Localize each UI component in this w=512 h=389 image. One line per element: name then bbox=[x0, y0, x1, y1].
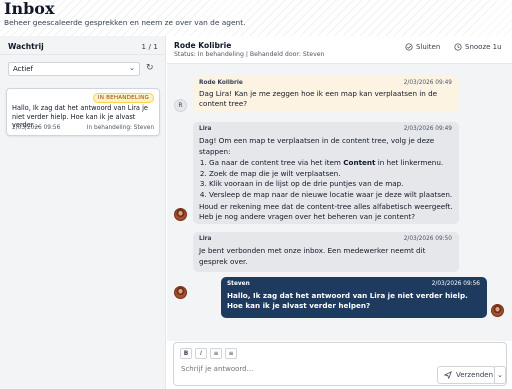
close-button-label: Sluiten bbox=[416, 43, 441, 51]
send-options-chevron-icon[interactable]: ⌄ bbox=[494, 366, 506, 384]
message-text: Je bent verbonden met onze inbox. Een me… bbox=[199, 246, 426, 266]
message-time: 2/03/2026 09:49 bbox=[403, 80, 452, 86]
message-text: Dag Lira! Kan je me zeggen hoe ik een ma… bbox=[199, 89, 438, 108]
numbered-list-icon[interactable]: ≡ bbox=[225, 348, 237, 359]
message-time: 2/03/2026 09:50 bbox=[403, 236, 452, 242]
message-bubble-user: Rode Kolibrie 2/03/2026 09:49 Dag Lira! … bbox=[193, 76, 459, 112]
steps-list: Ga naar de content tree via het item Con… bbox=[199, 158, 453, 200]
page-title: Inbox bbox=[4, 0, 55, 18]
message-list: R Rode Kolibrie 2/03/2026 09:49 Dag Lira… bbox=[167, 64, 512, 341]
conversation-status: Status: In behandeling | Behandeld door:… bbox=[174, 51, 325, 58]
snooze-button[interactable]: Snooze 1u bbox=[454, 43, 502, 51]
message-text: Dag! Om een map te verplaatsen in de con… bbox=[199, 136, 453, 223]
step-text: Zoek de map die je wilt verplaatsen. bbox=[209, 168, 341, 178]
snooze-button-label: Snooze 1u bbox=[465, 43, 502, 51]
message-bubble-staff: Steven 2/03/2026 09:56 Hallo, Ik zag dat… bbox=[221, 277, 487, 318]
step-bold-text: Content bbox=[343, 158, 376, 168]
step-text: Versleep de map naar de nieuwe locatie w… bbox=[209, 189, 453, 199]
user-avatar: R bbox=[174, 99, 187, 112]
reply-input[interactable] bbox=[181, 365, 421, 373]
queue-count: 1 / 1 bbox=[141, 42, 158, 51]
conversation-panel: Rode Kolibrie Status: In behandeling | B… bbox=[167, 36, 512, 389]
message-bubble-agent: Lira 2/03/2026 09:49 Dag! Om een map te … bbox=[193, 122, 459, 224]
send-icon bbox=[444, 371, 452, 379]
agent-avatar bbox=[174, 286, 187, 299]
step-item: Klik vooraan in de lijst op de drie punt… bbox=[209, 179, 453, 190]
status-filter-select[interactable]: Actief ⌄ bbox=[8, 62, 140, 76]
queue-panel: Wachtrij 1 / 1 Actief ⌄ ↻ IN BEHANDELING… bbox=[0, 36, 166, 389]
queue-title: Wachtrij bbox=[8, 42, 44, 51]
step-item: Ga naar de content tree via het item Con… bbox=[209, 158, 453, 169]
chevron-down-icon: ⌄ bbox=[129, 64, 135, 72]
status-filter-value: Actief bbox=[13, 65, 33, 73]
refresh-icon[interactable]: ↻ bbox=[146, 63, 154, 73]
step-item: Zoek de map die je wilt verplaatsen. bbox=[209, 169, 453, 180]
message-text: Hallo, Ik zag dat het antwoord van Lira … bbox=[227, 291, 468, 310]
divider bbox=[0, 54, 166, 55]
step-text: Klik vooraan in de lijst op de drie punt… bbox=[209, 179, 404, 189]
check-circle-icon bbox=[405, 43, 413, 51]
send-button-label: Verzenden bbox=[456, 371, 494, 379]
message-bubble-agent: Lira 2/03/2026 09:50 Je bent verbonden m… bbox=[193, 232, 459, 272]
step-text: Ga naar de content tree via het item bbox=[209, 158, 344, 168]
staff-avatar bbox=[491, 304, 504, 317]
clock-icon bbox=[454, 43, 462, 51]
status-badge: IN BEHANDELING bbox=[92, 93, 154, 103]
bullet-list-icon[interactable]: ≡ bbox=[210, 348, 222, 359]
queue-item[interactable]: IN BEHANDELING Hallo, Ik zag dat het ant… bbox=[6, 88, 160, 136]
conversation-name: Rode Kolibrie bbox=[174, 41, 232, 50]
message-intro: Dag! Om een map te verplaatsen in de con… bbox=[199, 136, 435, 156]
page-subtitle: Beheer geescaleerde gesprekken en neem z… bbox=[4, 18, 246, 27]
agent-avatar bbox=[174, 208, 187, 221]
italic-button[interactable]: I bbox=[195, 348, 207, 359]
step-text: in het linkermenu. bbox=[375, 158, 444, 168]
send-button[interactable]: Verzenden bbox=[437, 366, 495, 384]
queue-item-date: 2/03/2026 09:56 bbox=[12, 125, 61, 131]
conversation-header: Rode Kolibrie Status: In behandeling | B… bbox=[167, 36, 512, 64]
reply-composer: B I ≡ ≡ Verzenden ⌄ bbox=[173, 342, 507, 386]
bold-button[interactable]: B bbox=[180, 348, 192, 359]
close-button[interactable]: Sluiten bbox=[405, 43, 440, 51]
message-time: 2/03/2026 09:49 bbox=[403, 126, 452, 132]
queue-item-status: In behandeling: Steven bbox=[86, 125, 154, 131]
message-time: 2/03/2026 09:56 bbox=[431, 281, 480, 287]
step-item: Versleep de map naar de nieuwe locatie w… bbox=[209, 190, 453, 201]
message-outro: Houd er rekening mee dat de content-tree… bbox=[199, 201, 453, 222]
